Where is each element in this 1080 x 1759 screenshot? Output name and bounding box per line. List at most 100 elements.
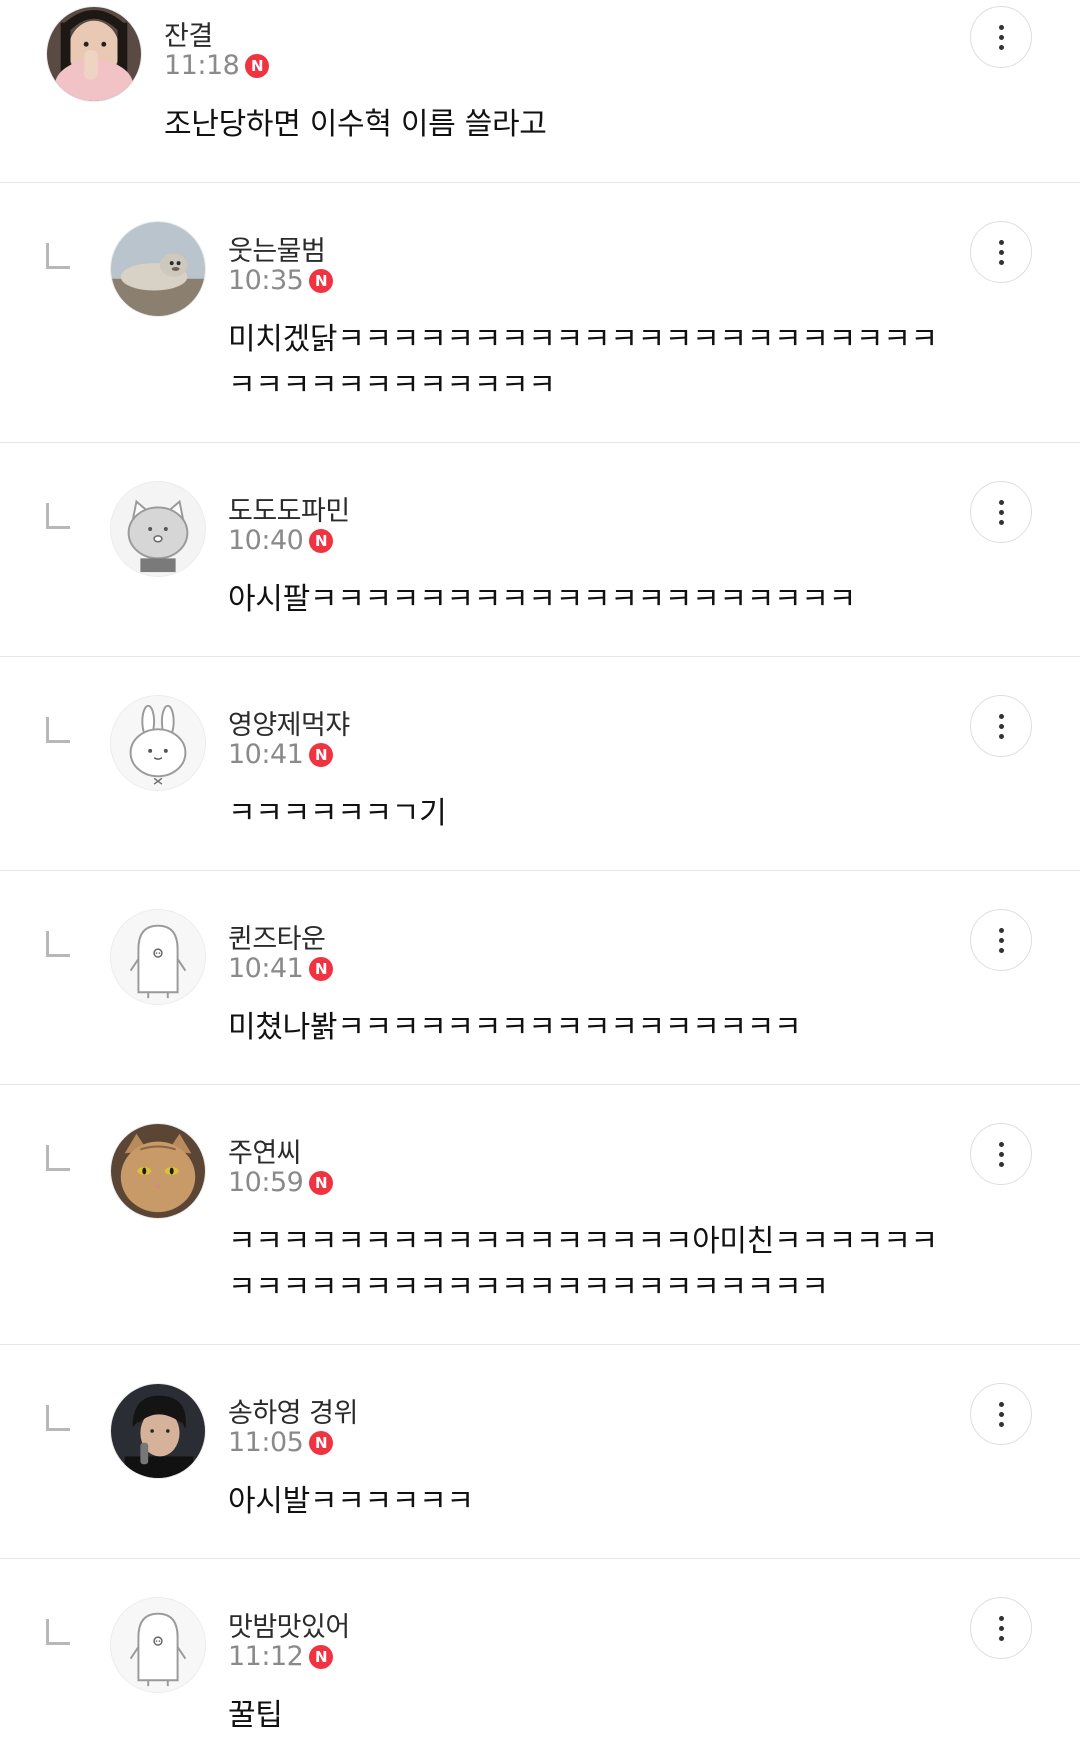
- kebab-dot-icon: [998, 1615, 1004, 1621]
- kebab-dot-icon: [998, 1635, 1004, 1641]
- comment-text: 아시발ㅋㅋㅋㅋㅋㅋ: [228, 1484, 474, 1519]
- comment-meta: 11:18 N: [164, 50, 270, 81]
- comment-text: 아시팔ㅋㅋㅋㅋㅋㅋㅋㅋㅋㅋㅋㅋㅋㅋㅋㅋㅋㅋㅋㅋ: [228, 582, 856, 617]
- comment-meta: 10:41 N: [228, 739, 334, 770]
- comment-nickname[interactable]: 송하영 경위: [228, 1391, 358, 1430]
- kebab-dot-icon: [998, 249, 1004, 255]
- reply-item: 퀸즈타운 10:41 N 미쳤나봙ㅋㅋㅋㅋㅋㅋㅋㅋㅋㅋㅋㅋㅋㅋㅋㅋㅋ: [0, 871, 1080, 1085]
- comment-nickname[interactable]: 영양제먹쟈: [228, 703, 350, 742]
- profile-photo-pink-scarf: [47, 7, 141, 101]
- default-penguin-avatar: [111, 910, 205, 1004]
- kebab-dot-icon: [998, 34, 1004, 40]
- default-penguin-avatar: [111, 1598, 205, 1692]
- comment-time: 10:41: [228, 953, 304, 984]
- reply-arrow-icon: [46, 1619, 70, 1645]
- avatar[interactable]: [110, 221, 206, 317]
- comment-nickname[interactable]: 웃는물범: [228, 229, 326, 268]
- more-options-button[interactable]: [970, 6, 1032, 68]
- new-badge: N: [309, 1430, 334, 1455]
- new-badge: N: [309, 742, 334, 767]
- kebab-dot-icon: [998, 499, 1004, 505]
- kebab-dot-icon: [998, 713, 1004, 719]
- default-rabbit-avatar: [111, 696, 205, 790]
- comment-text: 조난당하면 이수혁 이름 쓸라고: [164, 107, 547, 142]
- kebab-dot-icon: [998, 24, 1004, 30]
- comment-time: 11:12: [228, 1641, 304, 1672]
- kebab-dot-icon: [998, 1161, 1004, 1167]
- kebab-dot-icon: [998, 723, 1004, 729]
- cat-photo: [111, 1124, 205, 1218]
- more-options-button[interactable]: [970, 1597, 1032, 1659]
- more-options-button[interactable]: [970, 221, 1032, 283]
- kebab-dot-icon: [998, 1151, 1004, 1157]
- reply-arrow-icon: [46, 1145, 70, 1171]
- comment-meta: 11:05 N: [228, 1427, 334, 1458]
- new-badge: N: [309, 1644, 334, 1669]
- reply-arrow-icon: [46, 931, 70, 957]
- comment-item: 잔결 11:18 N 조난당하면 이수혁 이름 쓸라고: [0, 0, 1080, 183]
- more-options-button[interactable]: [970, 1123, 1032, 1185]
- kebab-dot-icon: [998, 509, 1004, 515]
- kebab-dot-icon: [998, 927, 1004, 933]
- comment-nickname[interactable]: 잔결: [164, 14, 213, 53]
- comment-text: 미쳤나봙ㅋㅋㅋㅋㅋㅋㅋㅋㅋㅋㅋㅋㅋㅋㅋㅋㅋ: [228, 1010, 802, 1045]
- comment-meta: 10:41 N: [228, 953, 334, 984]
- kebab-dot-icon: [998, 44, 1004, 50]
- kebab-dot-icon: [998, 1421, 1004, 1427]
- kebab-dot-icon: [998, 1411, 1004, 1417]
- new-badge: N: [309, 956, 334, 981]
- kebab-dot-icon: [998, 947, 1004, 953]
- avatar[interactable]: [110, 695, 206, 791]
- comment-meta: 10:35 N: [228, 265, 334, 296]
- new-badge: N: [309, 528, 334, 553]
- comment-nickname[interactable]: 맛밤맛있어: [228, 1605, 350, 1644]
- comment-text: 미치겠닭ㅋㅋㅋㅋㅋㅋㅋㅋㅋㅋㅋㅋㅋㅋㅋㅋㅋㅋㅋㅋㅋㅋㅋㅋㅋㅋㅋㅋㅋㅋㅋㅋㅋㅋ: [228, 322, 938, 403]
- avatar[interactable]: [46, 6, 142, 102]
- comment-nickname[interactable]: 도도도파민: [228, 489, 350, 528]
- more-options-button[interactable]: [970, 695, 1032, 757]
- avatar[interactable]: [110, 1383, 206, 1479]
- reply-item: 웃는물범 10:35 N 미치겠닭ㅋㅋㅋㅋㅋㅋㅋㅋㅋㅋㅋㅋㅋㅋㅋㅋㅋㅋㅋㅋㅋㅋㅋ…: [0, 183, 1080, 443]
- more-options-button[interactable]: [970, 1383, 1032, 1445]
- comment-time: 10:35: [228, 265, 304, 296]
- comment-text: 꿀팁: [228, 1698, 283, 1733]
- more-options-button[interactable]: [970, 909, 1032, 971]
- comment-nickname[interactable]: 퀸즈타운: [228, 917, 326, 956]
- new-badge: N: [309, 1170, 334, 1195]
- kebab-dot-icon: [998, 937, 1004, 943]
- reply-item: 송하영 경위 11:05 N 아시발ㅋㅋㅋㅋㅋㅋ: [0, 1345, 1080, 1559]
- comment-time: 10:59: [228, 1167, 304, 1198]
- seal-photo: [111, 222, 205, 316]
- new-badge: N: [245, 53, 270, 78]
- reply-item: 영양제먹쟈 10:41 N ㅋㅋㅋㅋㅋㅋㄱ기: [0, 657, 1080, 871]
- reply-arrow-icon: [46, 243, 70, 269]
- comment-time: 11:18: [164, 50, 240, 81]
- profile-photo-man: [111, 1384, 205, 1478]
- kebab-dot-icon: [998, 1141, 1004, 1147]
- new-badge: N: [309, 268, 334, 293]
- comment-time: 10:40: [228, 525, 304, 556]
- avatar[interactable]: [110, 1123, 206, 1219]
- reply-arrow-icon: [46, 503, 70, 529]
- comment-text: ㅋㅋㅋㅋㅋㅋㅋㅋㅋㅋㅋㅋㅋㅋㅋㅋㅋ아미친ㅋㅋㅋㅋㅋㅋㅋㅋㅋㅋㅋㅋㅋㅋㅋㅋㅋㅋㅋㅋ…: [228, 1224, 938, 1305]
- comment-meta: 10:40 N: [228, 525, 334, 556]
- comment-meta: 11:12 N: [228, 1641, 334, 1672]
- kebab-dot-icon: [998, 519, 1004, 525]
- avatar[interactable]: [110, 909, 206, 1005]
- kebab-dot-icon: [998, 733, 1004, 739]
- avatar[interactable]: [110, 1597, 206, 1693]
- avatar[interactable]: [110, 481, 206, 577]
- comment-list: 잔결 11:18 N 조난당하면 이수혁 이름 쓸라고 웃는물범 10:35 N…: [0, 0, 1080, 1739]
- reply-arrow-icon: [46, 1405, 70, 1431]
- reply-arrow-icon: [46, 717, 70, 743]
- comment-nickname[interactable]: 주연씨: [228, 1131, 302, 1170]
- kebab-dot-icon: [998, 259, 1004, 265]
- comment-time: 11:05: [228, 1427, 304, 1458]
- kebab-dot-icon: [998, 1625, 1004, 1631]
- kebab-dot-icon: [998, 1401, 1004, 1407]
- comment-time: 10:41: [228, 739, 304, 770]
- default-cat-avatar: [111, 482, 205, 576]
- reply-item: 주연씨 10:59 N ㅋㅋㅋㅋㅋㅋㅋㅋㅋㅋㅋㅋㅋㅋㅋㅋㅋ아미친ㅋㅋㅋㅋㅋㅋㅋㅋ…: [0, 1085, 1080, 1345]
- comment-meta: 10:59 N: [228, 1167, 334, 1198]
- more-options-button[interactable]: [970, 481, 1032, 543]
